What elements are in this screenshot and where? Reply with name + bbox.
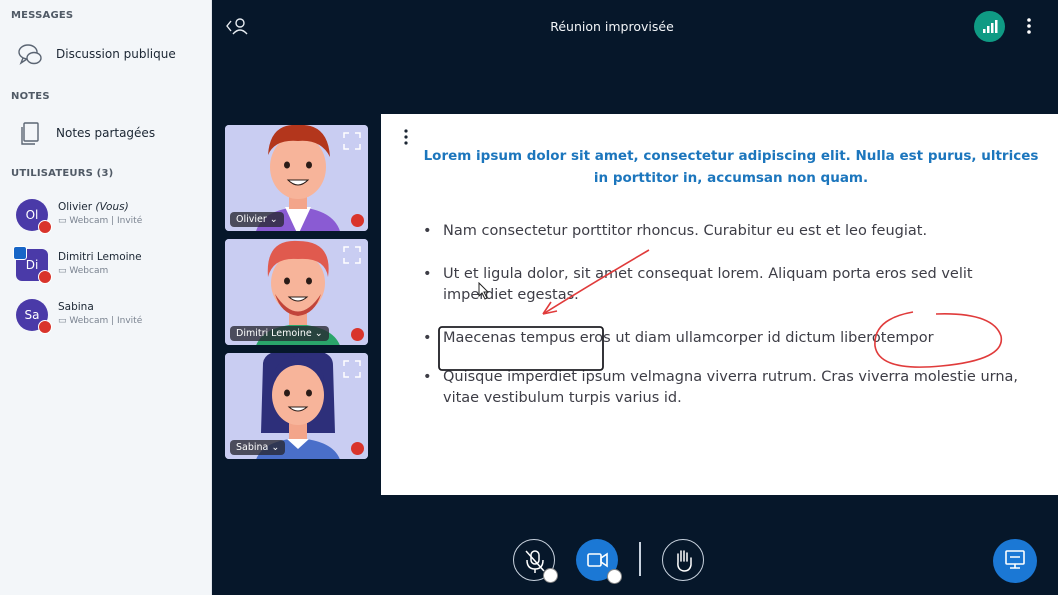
- microphone-muted-icon: [351, 442, 364, 455]
- user-status-text: Webcam | Invité: [69, 316, 143, 326]
- slide-bullet: Quisque imperdiet ipsum velmagna viverra…: [421, 367, 1021, 409]
- you-label: (Vous): [95, 201, 129, 213]
- microphone-muted-icon: [351, 328, 364, 341]
- user-status-text: Webcam: [69, 266, 109, 276]
- user-item[interactable]: Sa Sabina ▭ Webcam | Invité: [0, 295, 211, 339]
- avatar: Ol: [16, 199, 52, 234]
- microphone-muted-icon: [351, 214, 364, 227]
- raise-hand-icon: [677, 550, 692, 572]
- webcam-icon: ▭: [58, 266, 70, 276]
- microphone-muted-icon: [38, 270, 52, 284]
- top-bar: Réunion improvisée: [212, 0, 1058, 52]
- presentation-options-icon[interactable]: [401, 128, 411, 146]
- participant-name: Dimitri Lemoine: [236, 328, 312, 339]
- camera-button[interactable]: [576, 539, 622, 584]
- notes-section-title: NOTES: [11, 91, 50, 102]
- user-item[interactable]: Di Dimitri Lemoine ▭ Webcam: [0, 245, 211, 289]
- video-tile-sabina[interactable]: Sabina ⌄: [223, 351, 370, 461]
- slide-bullets: Nam consectetur porttitor rhoncus. Curab…: [421, 221, 1021, 431]
- user-name-text: Olivier: [58, 201, 93, 213]
- toolbar-divider: [639, 542, 641, 576]
- slide-title: Lorem ipsum dolor sit amet, consectetur …: [423, 148, 1039, 186]
- signal-bars-icon: [983, 20, 998, 33]
- participant-name-tag[interactable]: Olivier ⌄: [230, 212, 284, 227]
- fullscreen-icon[interactable]: [342, 131, 362, 151]
- mouse-pointer-icon: [478, 282, 490, 300]
- video-options-caret[interactable]: [607, 569, 622, 584]
- presentation-button[interactable]: [993, 539, 1037, 583]
- fullscreen-icon[interactable]: [342, 359, 362, 379]
- slide-bullet: Nam consectetur porttitor rhoncus. Curab…: [421, 221, 1021, 242]
- public-chat-label: Discussion publique: [56, 47, 176, 61]
- presentation-slide[interactable]: Lorem ipsum dolor sit amet, consectetur …: [381, 114, 1058, 495]
- slide-bullet: Maecenas tempus eros ut diam ullamcorper…: [421, 328, 1021, 349]
- user-status: ▭ Webcam | Invité: [58, 316, 142, 326]
- user-name: Sabina: [58, 301, 94, 313]
- webcam-icon: ▭: [58, 216, 70, 226]
- webcam-icon: ▭: [58, 316, 70, 326]
- avatar: Sa: [16, 299, 52, 334]
- notes-icon: [21, 122, 39, 145]
- mute-button[interactable]: [513, 539, 558, 583]
- presentation-icon: [1005, 550, 1025, 569]
- slide-bullet: Ut et ligula dolor, sit amet consequat l…: [421, 264, 1021, 306]
- avatar-initials: Di: [25, 258, 39, 272]
- users-section-title: UTILISATEURS (3): [11, 168, 114, 179]
- user-status: ▭ Webcam | Invité: [58, 216, 142, 226]
- presenter-icon: [13, 246, 27, 260]
- avatar-initials: Ol: [25, 208, 39, 222]
- user-name-text: Dimitri Lemoine: [58, 251, 142, 263]
- chat-bubbles-icon: [18, 44, 42, 65]
- user-name: Olivier (Vous): [58, 201, 129, 213]
- sidebar: MESSAGES Discussion publique NOTES Notes…: [0, 0, 212, 595]
- user-status: ▭ Webcam: [58, 266, 108, 276]
- options-menu-icon[interactable]: [1020, 16, 1038, 36]
- participant-name-tag[interactable]: Sabina ⌄: [230, 440, 286, 455]
- user-name: Dimitri Lemoine: [58, 251, 142, 263]
- participant-name-tag[interactable]: Dimitri Lemoine ⌄: [230, 326, 329, 341]
- audio-options-caret[interactable]: [543, 568, 558, 583]
- user-item[interactable]: Ol Olivier (Vous) ▭ Webcam | Invité: [0, 195, 211, 239]
- avatar-initials: Sa: [24, 308, 40, 322]
- meeting-title: Réunion improvisée: [550, 19, 674, 34]
- microphone-muted-icon: [38, 320, 52, 334]
- user-status-text: Webcam | Invité: [69, 216, 143, 226]
- video-tile-olivier[interactable]: Olivier ⌄: [223, 123, 370, 233]
- messages-section-title: MESSAGES: [11, 10, 74, 21]
- video-tile-dimitri[interactable]: Dimitri Lemoine ⌄: [223, 237, 370, 347]
- raise-hand-button[interactable]: [662, 539, 704, 581]
- avatar: Di: [13, 246, 52, 284]
- participant-name: Sabina: [236, 442, 269, 453]
- public-chat-item[interactable]: Discussion publique: [0, 34, 211, 74]
- microphone-muted-icon: [38, 220, 52, 234]
- user-name-text: Sabina: [58, 301, 94, 313]
- connection-status-button[interactable]: [974, 11, 1005, 42]
- shared-notes-item[interactable]: Notes partagées: [0, 113, 211, 153]
- fullscreen-icon[interactable]: [342, 245, 362, 265]
- shared-notes-label: Notes partagées: [56, 126, 156, 140]
- participant-name: Olivier: [236, 214, 267, 225]
